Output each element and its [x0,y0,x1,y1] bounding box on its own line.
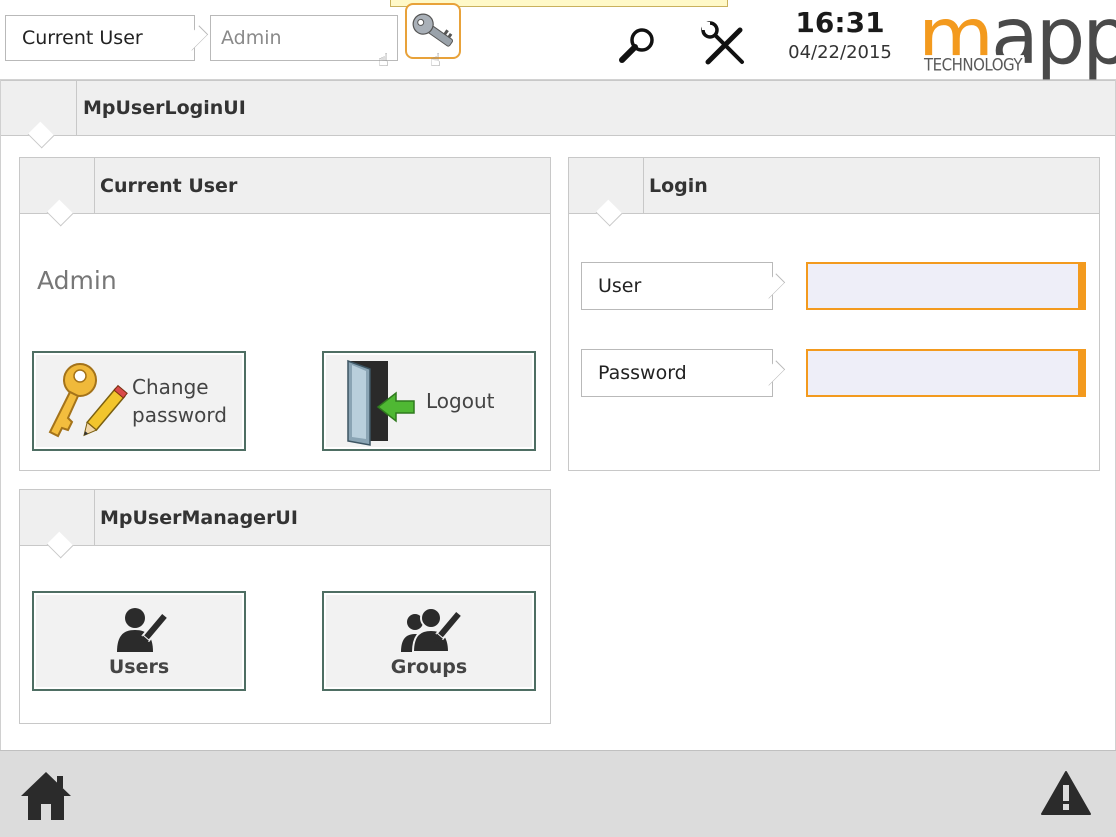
user-field[interactable] [806,262,1086,310]
user-manager-title: MpUserManagerUI [100,506,298,529]
clock-date: 04/22/2015 [788,42,892,63]
login-title: Login [649,174,708,197]
login-header: Login [568,157,1100,227]
main-panel: MpUserLoginUI Current User Admin Change … [0,80,1116,750]
mapp-logo: mapp TECHNOLOGY [918,0,1116,82]
current-user-group: Current User Admin Change password Logou… [19,157,551,471]
door-exit-icon [347,359,415,446]
clock-time: 16:31 [795,6,885,39]
groups-label: Groups [390,656,468,678]
change-password-label-line1: Change [132,375,209,399]
user-manager-header: MpUserManagerUI [19,489,551,559]
footer-bar [0,750,1116,837]
change-password-label-line2: password [132,403,227,427]
current-user-value: Admin [210,15,398,61]
current-user-label: Current User [5,15,195,61]
user-field-label: User [581,262,773,310]
password-field-label: Password [581,349,773,397]
users-label: Users [108,656,170,678]
touch-indicator-icon: ☝ [430,50,441,71]
groups-button[interactable]: Groups [322,591,536,691]
user-edit-icon [117,608,169,652]
top-bar: Current User Admin ☝ ☝ 16:31 04/22/2015 … [0,0,1116,80]
key-pencil-icon [48,363,128,438]
login-group: Login User Password [568,157,1100,471]
change-password-button[interactable]: Change password [32,351,246,451]
user-manager-group: MpUserManagerUI Users Groups [19,489,551,724]
logout-label: Logout [426,389,495,413]
logout-button[interactable]: Logout [322,351,536,451]
page-title: MpUserLoginUI [83,97,246,119]
alarm-warning-icon[interactable] [1040,769,1092,817]
main-header: MpUserLoginUI [1,80,1115,149]
current-user-header: Current User [19,157,551,227]
users-button[interactable]: Users [32,591,246,691]
search-icon[interactable] [614,22,662,70]
tools-icon[interactable] [700,20,750,70]
logo-subtitle: TECHNOLOGY [924,55,1025,75]
touch-indicator-icon: ☝ [378,50,389,71]
group-edit-icon [401,607,461,653]
current-user-name: Admin [37,266,117,295]
password-field[interactable] [806,349,1086,397]
home-icon[interactable] [17,768,75,824]
current-user-title: Current User [100,174,238,197]
